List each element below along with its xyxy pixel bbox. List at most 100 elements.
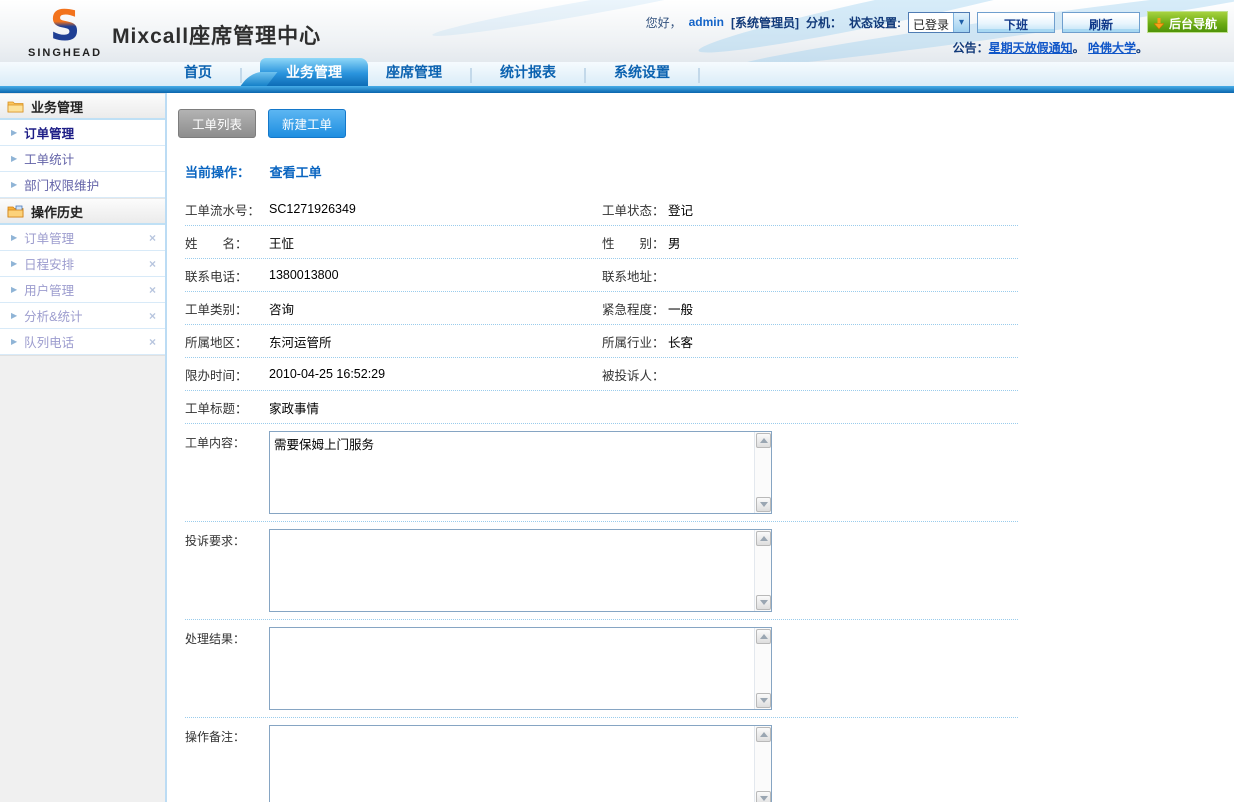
close-icon[interactable]: × xyxy=(149,335,156,349)
bullet-arrow-icon: ▶ xyxy=(11,154,17,163)
complaint-request-textarea[interactable] xyxy=(270,530,754,611)
field-label: 被投诉人： xyxy=(602,369,665,383)
tab-separator xyxy=(698,68,700,83)
sidebar-item-label: 订单管理 xyxy=(24,228,74,247)
scroll-up-icon[interactable] xyxy=(756,727,771,742)
form-row: 操作备注： xyxy=(185,718,1018,802)
page-title: Mixcall座席管理中心 xyxy=(112,20,321,50)
form-row: 限办时间： 2010-04-25 16:52:29 被投诉人： xyxy=(185,358,1018,391)
sidebar: 业务管理 ▶ 订单管理 ▶ 工单统计 ▶ 部门权限维护 操作历史 ▶ 订单管理 … xyxy=(0,93,167,802)
scroll-up-icon[interactable] xyxy=(756,433,771,448)
tab-system[interactable]: 系统设置 xyxy=(600,62,684,86)
scroll-down-icon[interactable] xyxy=(756,497,771,512)
chevron-down-icon[interactable]: ▾ xyxy=(953,13,969,32)
field-label: 限办时间： xyxy=(185,365,269,384)
close-icon[interactable]: × xyxy=(149,283,156,297)
nav-underline-bar xyxy=(0,86,1234,93)
tab-seat[interactable]: 座席管理 xyxy=(372,62,456,86)
current-operation: 当前操作： 查看工单 xyxy=(178,162,1234,181)
field-label: 联系地址： xyxy=(602,270,665,284)
customer-name-value: 王怔 xyxy=(269,233,294,252)
bullet-arrow-icon: ▶ xyxy=(11,285,17,294)
form-row: 联系电话： 1380013800 联系地址： xyxy=(185,259,1018,292)
current-operation-label: 当前操作： xyxy=(185,165,250,180)
scrollbar[interactable] xyxy=(754,530,771,611)
phone-value: 1380013800 xyxy=(269,268,339,282)
greeting-text: 您好， xyxy=(646,14,682,31)
scrollbar[interactable] xyxy=(754,726,771,802)
offduty-button[interactable]: 下班 xyxy=(977,12,1055,33)
close-icon[interactable]: × xyxy=(149,309,156,323)
sidebar-item-label: 队列电话 xyxy=(24,332,74,351)
close-icon[interactable]: × xyxy=(149,257,156,271)
history-folder-icon xyxy=(7,205,24,218)
region-value: 东河运管所 xyxy=(269,332,332,351)
worder-content-textarea[interactable]: 需要保姆上门服务 xyxy=(270,432,754,513)
main-content: 工单列表 新建工单 当前操作： 查看工单 工单流水号： SC1271926349… xyxy=(167,93,1234,802)
sidebar-history-queue-calls[interactable]: ▶ 队列电话 × xyxy=(0,329,165,355)
close-icon[interactable]: × xyxy=(149,231,156,245)
scroll-down-icon[interactable] xyxy=(756,595,771,610)
current-operation-value: 查看工单 xyxy=(270,165,322,180)
form-row: 工单流水号： SC1271926349 工单状态： 登记 xyxy=(185,193,1018,226)
field-label: 姓 名： xyxy=(185,233,269,252)
tab-separator xyxy=(240,68,242,83)
form-row: 工单内容： 需要保姆上门服务 xyxy=(185,424,1018,522)
field-label: 工单状态： xyxy=(602,204,665,218)
handle-result-field xyxy=(269,627,772,710)
user-bar: 您好， admin [系统管理员] 分机： 状态设置: 已登录 ▾ 下班 刷新 … xyxy=(646,11,1228,33)
announcement-label: 公告： xyxy=(953,41,989,55)
announcement-link-1[interactable]: 星期天放假通知 xyxy=(989,41,1073,55)
sidebar-filler xyxy=(0,355,165,802)
scroll-down-icon[interactable] xyxy=(756,693,771,708)
status-select[interactable]: 已登录 ▾ xyxy=(908,12,970,33)
form-row: 处理结果： xyxy=(185,620,1018,718)
sidebar-group-business[interactable]: 业务管理 xyxy=(0,93,165,120)
sidebar-item-worder-stats[interactable]: ▶ 工单统计 xyxy=(0,146,165,172)
announcement-bar: 公告：星期天放假通知。 哈佛大学。 xyxy=(953,39,1148,56)
sidebar-group-history[interactable]: 操作历史 xyxy=(0,198,165,225)
sidebar-history-schedule[interactable]: ▶ 日程安排 × xyxy=(0,251,165,277)
scrollbar[interactable] xyxy=(754,432,771,513)
sidebar-history-analysis[interactable]: ▶ 分析&统计 × xyxy=(0,303,165,329)
form-row: 所属地区： 东河运管所 所属行业： 长客 xyxy=(185,325,1018,358)
status-label: 状态设置: xyxy=(849,14,901,31)
sidebar-group-label: 业务管理 xyxy=(31,97,83,116)
sidebar-item-dept-permission[interactable]: ▶ 部门权限维护 xyxy=(0,172,165,198)
announcement-link-2[interactable]: 哈佛大学 xyxy=(1088,41,1136,55)
tab-business-active[interactable]: 业务管理 xyxy=(260,58,368,86)
backstage-nav-button[interactable]: 后台导航 xyxy=(1147,11,1228,33)
field-label: 联系电话： xyxy=(185,266,269,285)
sidebar-history-user-mgmt[interactable]: ▶ 用户管理 × xyxy=(0,277,165,303)
worder-list-button[interactable]: 工单列表 xyxy=(178,109,256,138)
bullet-arrow-icon: ▶ xyxy=(11,180,17,189)
svg-text:S: S xyxy=(50,4,80,46)
tab-home[interactable]: 首页 xyxy=(170,62,226,86)
worder-serial-value: SC1271926349 xyxy=(269,202,356,216)
new-worder-button[interactable]: 新建工单 xyxy=(268,109,346,138)
handle-result-textarea[interactable] xyxy=(270,628,754,709)
refresh-button[interactable]: 刷新 xyxy=(1062,12,1140,33)
sidebar-history-order-mgmt[interactable]: ▶ 订单管理 × xyxy=(0,225,165,251)
scrollbar[interactable] xyxy=(754,628,771,709)
user-role: [系统管理员] xyxy=(731,14,799,31)
bullet-arrow-icon: ▶ xyxy=(11,233,17,242)
field-label: 工单内容： xyxy=(185,431,269,451)
scroll-down-icon[interactable] xyxy=(756,791,771,802)
scroll-up-icon[interactable] xyxy=(756,531,771,546)
deadline-value: 2010-04-25 16:52:29 xyxy=(269,367,385,381)
tab-report[interactable]: 统计报表 xyxy=(486,62,570,86)
sidebar-item-label: 部门权限维护 xyxy=(24,175,99,194)
field-label: 投诉要求： xyxy=(185,529,269,549)
operation-note-textarea[interactable] xyxy=(270,726,754,802)
brand: S SINGHEAD Mixcall座席管理中心 xyxy=(28,4,321,59)
sidebar-item-label: 分析&统计 xyxy=(24,306,82,325)
sidebar-item-order-mgmt[interactable]: ▶ 订单管理 xyxy=(0,120,165,146)
complaint-request-field xyxy=(269,529,772,612)
scroll-up-icon[interactable] xyxy=(756,629,771,644)
company-logo: S SINGHEAD xyxy=(28,4,102,59)
header: S SINGHEAD Mixcall座席管理中心 您好， admin [系统管理… xyxy=(0,0,1234,62)
worder-status-value: 登记 xyxy=(668,204,693,218)
form-row: 姓 名： 王怔 性 别： 男 xyxy=(185,226,1018,259)
sidebar-item-label: 日程安排 xyxy=(24,254,74,273)
